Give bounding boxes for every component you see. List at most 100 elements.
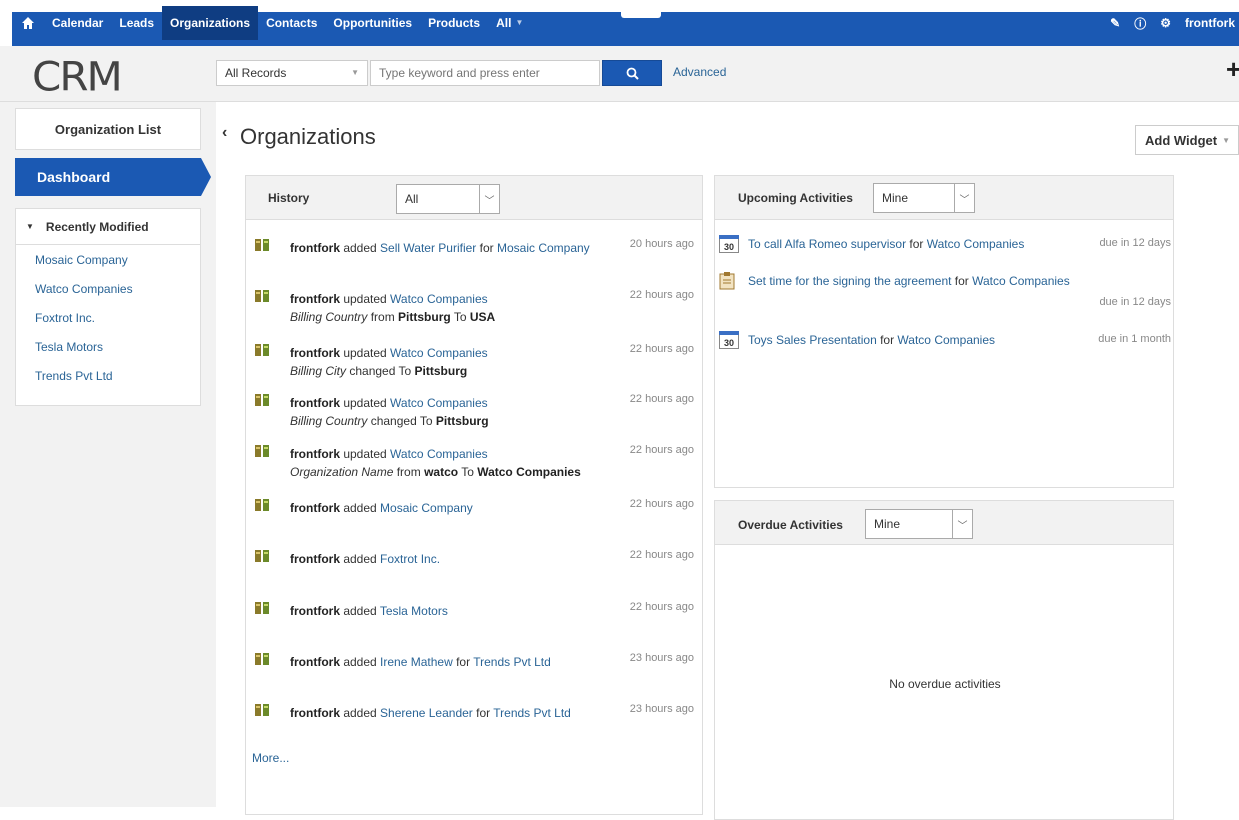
history-record-link[interactable]: Sherene Leander (380, 706, 473, 720)
history-time: 22 hours ago (629, 444, 694, 456)
history-record-link[interactable]: Watco Companies (390, 396, 488, 410)
activity-target-link[interactable]: Watco Companies (972, 274, 1070, 288)
overdue-filter-select[interactable]: Mine ﹀ (865, 509, 973, 539)
activity-target-link[interactable]: Watco Companies (897, 333, 995, 347)
history-field: Billing Country (290, 310, 368, 324)
history-time: 20 hours ago (629, 238, 694, 250)
chevron-down-icon: ▼ (351, 68, 359, 77)
history-record-link[interactable]: Watco Companies (390, 346, 488, 360)
history-filter-select[interactable]: All ﹀ (396, 184, 500, 214)
overdue-header: Overdue Activities Mine ﹀ (715, 501, 1173, 545)
activity-target-link[interactable]: Watco Companies (927, 237, 1025, 251)
history-to-value: Watco Companies (477, 465, 581, 479)
history-text: frontfork updated Watco Companies Organiz… (290, 447, 581, 479)
history-user: frontfork (290, 447, 340, 461)
recent-item[interactable]: Foxtrot Inc. (35, 311, 200, 340)
recent-item[interactable]: Watco Companies (35, 282, 200, 311)
history-record-link[interactable]: Mosaic Company (380, 501, 473, 515)
top-bar: Calendar Leads Organizations Contacts Op… (0, 0, 1239, 46)
activity-log-icon (254, 703, 270, 717)
history-field: Billing City (290, 364, 347, 378)
history-text: frontfork added Tesla Motors (290, 604, 448, 618)
activity-link[interactable]: Set time for the signing the agreement (748, 274, 951, 288)
user-name[interactable]: frontfork (1185, 16, 1235, 30)
nav-all[interactable]: All ▼ (488, 6, 531, 40)
chevron-down-icon: ▼ (1222, 135, 1231, 145)
upcoming-filter-value: Mine (882, 191, 909, 205)
history-text: frontfork updated Watco Companies Billing… (290, 292, 496, 324)
history-time: 22 hours ago (629, 393, 694, 405)
add-widget-label: Add Widget (1145, 132, 1218, 148)
chevron-down-icon: ﹀ (954, 184, 974, 212)
history-target-link[interactable]: Mosaic Company (497, 241, 590, 255)
history-field: Organization Name (290, 465, 394, 479)
overdue-activities-widget: Overdue Activities Mine ﹀ No overdue act… (714, 500, 1174, 820)
history-text: frontfork added Sherene Leander for Tren… (290, 706, 571, 720)
info-icon[interactable]: ⓘ (1134, 15, 1146, 32)
history-record-link[interactable]: Tesla Motors (380, 604, 448, 618)
history-user: frontfork (290, 501, 340, 515)
activity-log-icon (254, 444, 270, 458)
nav-opportunities[interactable]: Opportunities (325, 6, 420, 40)
plus-icon[interactable]: + (1226, 54, 1239, 85)
notch (621, 12, 661, 18)
activity-link[interactable]: Toys Sales Presentation (748, 333, 877, 347)
nav-organizations[interactable]: Organizations (162, 6, 259, 40)
nav-products[interactable]: Products (420, 6, 488, 40)
history-record-link[interactable]: Sell Water Purifier (380, 241, 476, 255)
recent-item[interactable]: Trends Pvt Ltd (35, 369, 200, 398)
activity-log-icon (254, 601, 270, 615)
brush-icon[interactable]: ✎ (1110, 16, 1120, 30)
history-time: 23 hours ago (629, 703, 694, 715)
search-icon (626, 67, 639, 80)
recently-modified-header[interactable]: ▼ Recently Modified (16, 209, 200, 245)
overdue-title: Overdue Activities (738, 518, 843, 532)
organization-list-button[interactable]: Organization List (15, 108, 201, 150)
chevron-down-icon: ﹀ (479, 185, 499, 213)
history-text: frontfork updated Watco Companies Billing… (290, 396, 489, 428)
history-record-link[interactable]: Irene Mathew (380, 655, 453, 669)
overdue-filter-value: Mine (874, 517, 901, 531)
activity-link[interactable]: To call Alfa Romeo supervisor (748, 237, 906, 251)
chevron-down-icon: ﹀ (952, 510, 972, 538)
history-user: frontfork (290, 292, 340, 306)
chevron-left-icon[interactable]: ‹ (222, 124, 227, 142)
advanced-search-link[interactable]: Advanced (673, 65, 726, 79)
recent-item[interactable]: Mosaic Company (35, 253, 200, 282)
nav-all-label: All (496, 16, 512, 30)
records-select-value: All Records (225, 66, 287, 80)
crm-logo[interactable]: CRM (32, 53, 123, 100)
history-record-link[interactable]: Foxtrot Inc. (380, 552, 440, 566)
no-overdue-message: No overdue activities (889, 677, 1001, 691)
search-input[interactable] (370, 60, 600, 86)
history-target-link[interactable]: Trends Pvt Ltd (473, 655, 551, 669)
activity-text: Set time for the signing the agreement f… (748, 274, 1070, 288)
activity-due: due in 12 days (1099, 296, 1171, 308)
history-record-link[interactable]: Watco Companies (390, 292, 488, 306)
recent-item[interactable]: Tesla Motors (35, 340, 200, 369)
nav-contacts[interactable]: Contacts (258, 6, 325, 40)
search-button[interactable] (602, 60, 662, 86)
history-text: frontfork added Mosaic Company (290, 501, 473, 515)
triangle-down-icon: ▼ (26, 222, 34, 231)
recent-list: Mosaic Company Watco Companies Foxtrot I… (16, 245, 200, 398)
page-title: Organizations (240, 124, 376, 149)
history-time: 22 hours ago (629, 343, 694, 355)
search-header: CRM All Records ▼ Advanced + (0, 46, 1239, 102)
add-widget-button[interactable]: Add Widget ▼ (1135, 125, 1239, 155)
more-link[interactable]: More... (252, 751, 289, 765)
dashboard-button[interactable]: Dashboard (15, 158, 211, 196)
gear-icon[interactable]: ⚙ (1160, 16, 1171, 30)
nav-leads[interactable]: Leads (111, 6, 162, 40)
nav-calendar[interactable]: Calendar (44, 6, 111, 40)
history-record-link[interactable]: Watco Companies (390, 447, 488, 461)
home-icon[interactable] (12, 6, 44, 40)
chevron-down-icon: ▼ (515, 18, 524, 27)
upcoming-filter-select[interactable]: Mine ﹀ (873, 183, 975, 213)
sidebar: Organization List Dashboard ▼ Recently M… (0, 102, 216, 807)
records-select[interactable]: All Records ▼ (216, 60, 368, 86)
history-target-link[interactable]: Trends Pvt Ltd (493, 706, 571, 720)
activity-text: To call Alfa Romeo supervisor for Watco … (748, 237, 1025, 251)
activity-log-icon (254, 498, 270, 512)
activity-log-icon (254, 652, 270, 666)
